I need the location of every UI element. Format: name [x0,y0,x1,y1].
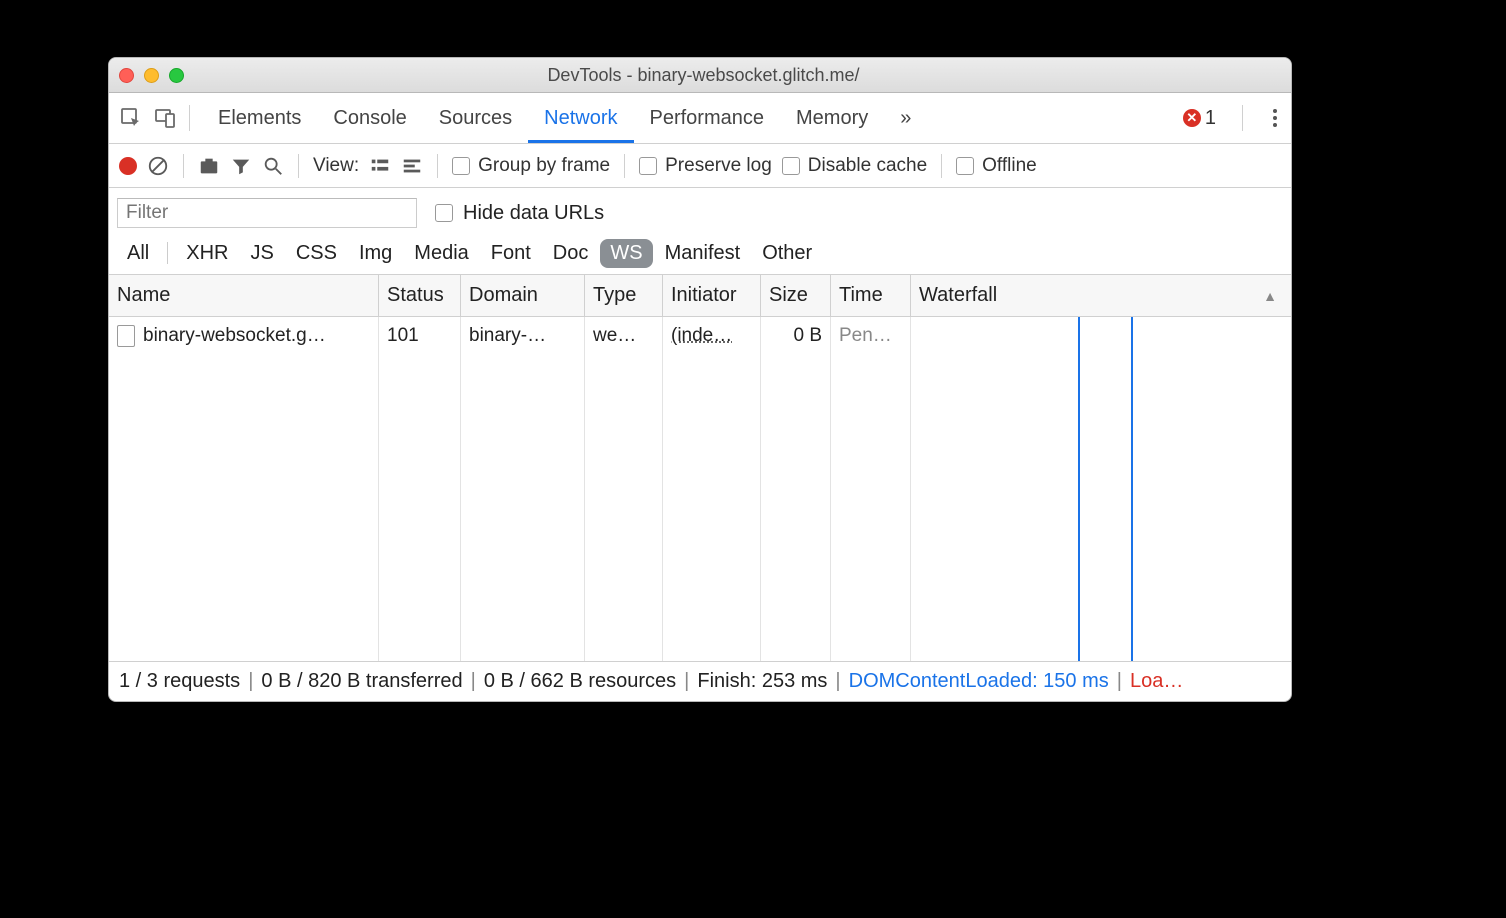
cell-time: Pen… [831,317,911,355]
status-resources: 0 B / 662 B resources [484,670,676,693]
document-icon [117,325,135,347]
filter-img[interactable]: Img [349,239,402,268]
col-initiator[interactable]: Initiator [663,275,761,317]
table-row[interactable]: binary-websocket.g… 101 binary-… we… (in… [109,317,1291,355]
filter-other[interactable]: Other [752,239,822,268]
grid-header: Name Status Domain Type Initiator Size T… [109,275,1291,317]
disable-cache-checkbox[interactable]: Disable cache [782,155,927,177]
large-rows-icon[interactable] [369,155,391,177]
grid-body: binary-websocket.g… 101 binary-… we… (in… [109,317,1291,661]
waterfall-dcl-marker [1078,317,1080,355]
waterfall-load-marker [1131,317,1133,355]
tab-label: Console [333,107,406,130]
tab-label: Elements [218,107,301,130]
checkbox-label: Group by frame [478,155,610,177]
filter-icon[interactable] [230,155,252,177]
filter-ws[interactable]: WS [600,239,652,268]
minimize-window-button[interactable] [144,68,159,83]
search-icon[interactable] [262,155,284,177]
filter-input[interactable] [117,198,417,228]
cell-type: we… [585,317,663,355]
status-domcontentloaded: DOMContentLoaded: 150 ms [849,670,1109,693]
group-by-frame-checkbox[interactable]: Group by frame [452,155,610,177]
zoom-window-button[interactable] [169,68,184,83]
filter-manifest[interactable]: Manifest [655,239,751,268]
checkbox-label: Disable cache [808,155,927,177]
tab-performance[interactable]: Performance [634,93,781,143]
checkbox-label: Preserve log [665,155,772,177]
cell-initiator: (inde… [663,317,761,355]
tab-network[interactable]: Network [528,93,633,143]
status-transferred: 0 B / 820 B transferred [261,670,462,693]
cell-waterfall [911,317,1291,355]
overflow-glyph: » [900,107,911,130]
tab-label: Performance [650,107,765,130]
cell-domain: binary-… [461,317,585,355]
tab-console[interactable]: Console [317,93,422,143]
clear-button[interactable] [147,155,169,177]
window-title: DevTools - binary-websocket.glitch.me/ [184,65,1223,86]
tabs-overflow-button[interactable]: » [884,93,927,143]
tab-sources[interactable]: Sources [423,93,528,143]
status-finish: Finish: 253 ms [697,670,827,693]
checkbox-label: Offline [982,155,1037,177]
filter-css[interactable]: CSS [286,239,347,268]
cell-status: 101 [379,317,461,355]
preserve-log-checkbox[interactable]: Preserve log [639,155,772,177]
error-count: 1 [1205,107,1216,130]
status-bar: 1 / 3 requests | 0 B / 820 B transferred… [109,661,1291,701]
tab-label: Network [544,107,617,130]
filter-js[interactable]: JS [240,239,283,268]
tab-label: Sources [439,107,512,130]
close-window-button[interactable] [119,68,134,83]
view-label: View: [313,155,359,177]
status-load: Loa… [1130,670,1183,693]
hide-data-urls-checkbox[interactable]: Hide data URLs [435,202,604,225]
error-icon: ✕ [1183,109,1201,127]
col-name[interactable]: Name [109,275,379,317]
small-rows-icon[interactable] [401,155,423,177]
status-requests: 1 / 3 requests [119,670,240,693]
grid-column-guides [109,355,1291,661]
error-count-badge[interactable]: ✕ 1 [1183,107,1216,130]
tab-elements[interactable]: Elements [202,93,317,143]
col-waterfall[interactable]: Waterfall▲ [911,275,1291,317]
filter-font[interactable]: Font [481,239,541,268]
window-titlebar: DevTools - binary-websocket.glitch.me/ [109,58,1291,93]
record-button[interactable] [119,157,137,175]
sort-asc-icon: ▲ [1263,288,1277,304]
window-controls [119,68,184,83]
devtools-window: DevTools - binary-websocket.glitch.me/ E… [108,57,1292,702]
capture-screenshots-icon[interactable] [198,155,220,177]
col-domain[interactable]: Domain [461,275,585,317]
filter-media[interactable]: Media [404,239,478,268]
network-toolbar: View: Group by frame Preserve log Disabl… [109,144,1291,188]
resource-type-filters: All XHR JS CSS Img Media Font Doc WS Man… [117,232,1283,274]
cell-name: binary-websocket.g… [109,317,379,355]
settings-menu-button[interactable] [1269,105,1281,131]
filter-bar: Hide data URLs All XHR JS CSS Img Media … [109,188,1291,275]
filter-all[interactable]: All [117,239,159,268]
tab-memory[interactable]: Memory [780,93,884,143]
offline-checkbox[interactable]: Offline [956,155,1037,177]
col-type[interactable]: Type [585,275,663,317]
col-time[interactable]: Time [831,275,911,317]
network-grid: Name Status Domain Type Initiator Size T… [109,275,1291,661]
filter-xhr[interactable]: XHR [176,239,238,268]
checkbox-label: Hide data URLs [463,202,604,225]
device-toolbar-icon[interactable] [153,106,177,130]
col-size[interactable]: Size [761,275,831,317]
col-status[interactable]: Status [379,275,461,317]
cell-size: 0 B [761,317,831,355]
panel-tabs: Elements Console Sources Network Perform… [109,93,1291,144]
inspect-element-icon[interactable] [119,106,143,130]
filter-doc[interactable]: Doc [543,239,599,268]
tab-label: Memory [796,107,868,130]
